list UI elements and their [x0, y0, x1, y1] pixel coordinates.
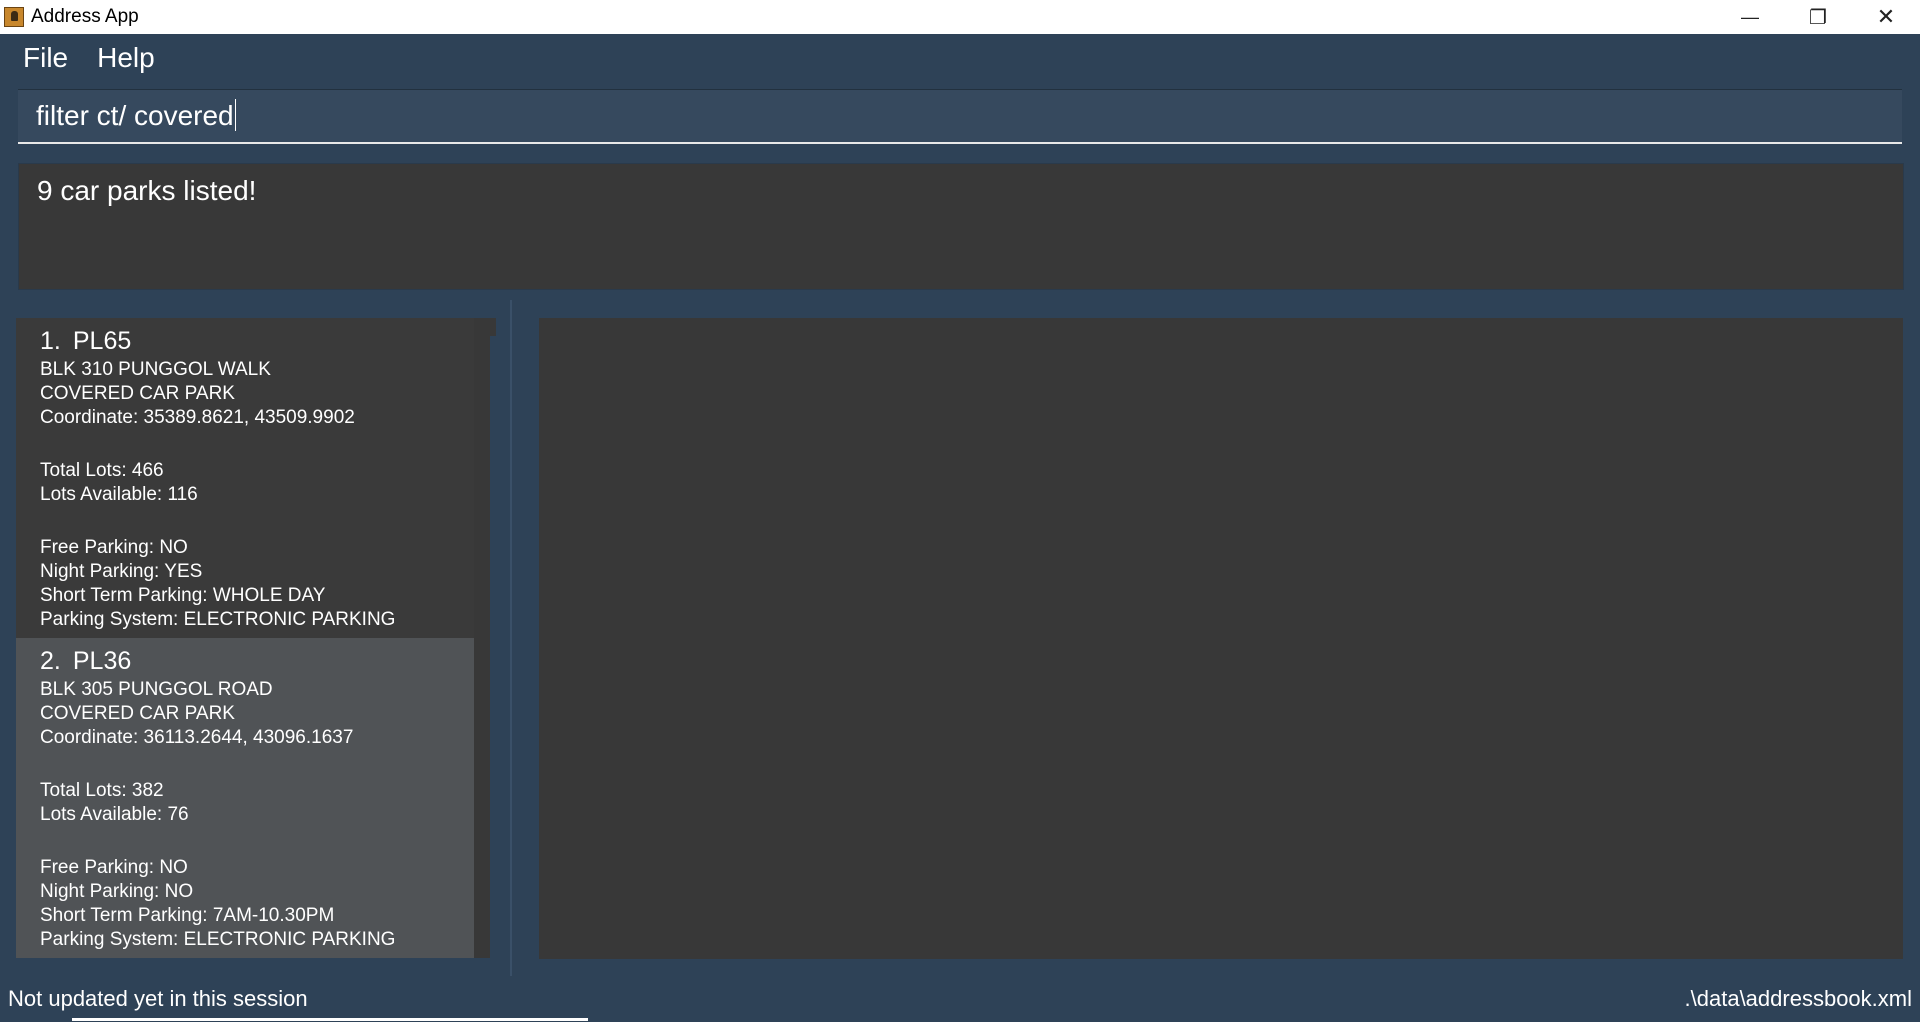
menu-bar: File Help — [0, 34, 1920, 81]
carpark-lots-available: Lots Available: 76 — [40, 804, 189, 825]
panel-divider[interactable] — [510, 300, 512, 976]
carpark-index: 2. — [40, 647, 61, 675]
carpark-coordinate: Coordinate: 35389.8621, 43509.9902 — [40, 407, 355, 428]
carpark-type: COVERED CAR PARK — [40, 703, 235, 724]
title-bar: Address App — ❐ ✕ — [0, 0, 1920, 34]
carpark-total-lots: Total Lots: 382 — [40, 780, 164, 801]
window-controls: — ❐ ✕ — [1716, 0, 1920, 34]
carpark-night-parking: Night Parking: YES — [40, 561, 203, 582]
command-value: filter ct/ covered — [36, 100, 234, 131]
close-button[interactable]: ✕ — [1852, 0, 1920, 34]
result-area: 9 car parks listed! — [0, 157, 1920, 300]
carpark-address: BLK 305 PUNGGOL ROAD — [40, 679, 273, 700]
carpark-lots-available: Lots Available: 116 — [40, 484, 198, 505]
sync-status: Not updated yet in this session — [8, 986, 308, 1011]
app-icon — [4, 7, 24, 27]
minimize-button[interactable]: — — [1716, 0, 1784, 34]
status-bar: Not updated yet in this session .\data\a… — [0, 976, 1920, 1022]
save-location: .\data\addressbook.xml — [1684, 986, 1912, 1011]
minimize-icon: — — [1741, 6, 1759, 27]
restore-button[interactable]: ❐ — [1784, 0, 1852, 34]
carpark-night-parking: Night Parking: NO — [40, 881, 194, 902]
window-title: Address App — [31, 6, 139, 27]
carpark-short-term: Short Term Parking: 7AM-10.30PM — [40, 905, 335, 926]
carpark-address: BLK 310 PUNGGOL WALK — [40, 359, 271, 380]
carpark-coordinate: Coordinate: 36113.2644, 43096.1637 — [40, 727, 354, 748]
status-progress-line — [72, 1018, 588, 1021]
carpark-total-lots: Total Lots: 466 — [40, 460, 164, 481]
carpark-title: 2. PL36 — [40, 646, 474, 676]
carpark-card[interactable]: 2. PL36 BLK 305 PUNGGOL ROAD COVERED CAR … — [16, 638, 474, 958]
carpark-system: Parking System: ELECTRONIC PARKING — [40, 929, 396, 950]
carpark-system: Parking System: ELECTRONIC PARKING — [40, 609, 396, 630]
carpark-code: PL65 — [72, 327, 132, 355]
close-icon: ✕ — [1876, 4, 1896, 29]
carpark-free-parking: Free Parking: NO — [40, 857, 188, 878]
restore-icon: ❐ — [1809, 6, 1827, 29]
content-area: 1. PL65 BLK 310 PUNGGOL WALK COVERED CAR … — [0, 300, 1920, 976]
command-input-text: filter ct/ covered — [36, 99, 236, 132]
carpark-card[interactable]: 1. PL65 BLK 310 PUNGGOL WALK COVERED CAR … — [16, 318, 474, 638]
carpark-free-parking: Free Parking: NO — [40, 537, 188, 558]
carpark-title: 1. PL65 — [40, 326, 474, 356]
command-area: filter ct/ covered — [0, 81, 1920, 157]
result-message: 9 car parks listed! — [37, 175, 257, 206]
carpark-code: PL36 — [72, 647, 132, 675]
menu-help[interactable]: Help — [97, 42, 155, 74]
text-caret — [234, 99, 236, 131]
detail-panel — [539, 318, 1903, 959]
carpark-list[interactable]: 1. PL65 BLK 310 PUNGGOL WALK COVERED CAR … — [16, 318, 496, 958]
carpark-short-term: Short Term Parking: WHOLE DAY — [40, 585, 326, 606]
menu-file[interactable]: File — [23, 42, 68, 74]
carpark-index: 1. — [40, 327, 61, 355]
command-input[interactable]: filter ct/ covered — [18, 89, 1902, 144]
carpark-type: COVERED CAR PARK — [40, 383, 235, 404]
result-display: 9 car parks listed! — [18, 163, 1904, 290]
